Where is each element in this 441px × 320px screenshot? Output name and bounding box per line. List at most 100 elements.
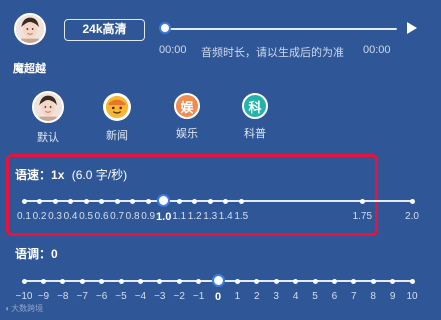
pitch-tick-dot[interactable] (99, 278, 105, 284)
speed-tick-labels: 0.1 0.2 0.3 0.4 0.5 0.6 0.7 0.8 0.9 1.0 1.1 1.2 1.3 1… (17, 211, 419, 225)
pitch-tick-dot[interactable] (370, 278, 376, 284)
pitch-tick-label[interactable]: −5 (115, 291, 126, 302)
pitch-tick-dot[interactable] (273, 278, 279, 284)
speed-tick-label[interactable]: 0.1 (17, 211, 31, 222)
speed-tick-dot[interactable] (52, 198, 58, 204)
entertainment-icon: 娱 (174, 93, 200, 119)
speed-tick-dot[interactable] (114, 198, 120, 204)
watermark-logo-icon: ◑ (4, 304, 9, 313)
pitch-tick-dot[interactable] (21, 278, 27, 284)
speed-label-text: 语速： (15, 168, 52, 182)
speed-tick-dot[interactable] (176, 198, 182, 204)
pitch-tick-label[interactable]: 10 (406, 291, 417, 302)
voice-label-default: 默认 (37, 132, 59, 144)
speed-value: 1x (51, 168, 65, 182)
speed-tick-dot[interactable] (68, 198, 74, 204)
speaker-avatar[interactable] (14, 13, 46, 45)
speed-tick-label[interactable]: 1.2 (188, 211, 202, 222)
speed-tick-label[interactable]: 2.0 (405, 211, 419, 222)
pitch-tick-label[interactable]: 4 (293, 291, 299, 302)
default-voice-avatar (32, 91, 64, 123)
pitch-tick-dot[interactable] (196, 278, 202, 284)
pitch-tick-label[interactable]: −8 (57, 291, 68, 302)
speed-tick-label[interactable]: 0.5 (79, 211, 93, 222)
pitch-tick-label[interactable]: 9 (390, 291, 396, 302)
speed-tick-dot[interactable] (145, 198, 151, 204)
pitch-tick-label[interactable]: 7 (351, 291, 357, 302)
speed-tick-label[interactable]: 1.0 (156, 211, 171, 223)
pitch-tick-dot[interactable] (137, 278, 143, 284)
speed-tick-label[interactable]: 1.5 (234, 211, 248, 222)
science-icon: 科 (242, 93, 268, 119)
pitch-tick-label[interactable]: 8 (370, 291, 376, 302)
voice-option-science[interactable]: 科 科普 (227, 93, 283, 141)
pitch-tick-dot[interactable] (176, 278, 182, 284)
pitch-slider[interactable] (21, 274, 415, 287)
audio-progress-knob[interactable] (159, 22, 171, 34)
pitch-tick-dot[interactable] (157, 278, 163, 284)
play-icon[interactable] (407, 22, 417, 34)
pitch-tick-dot[interactable] (390, 278, 396, 284)
speed-tick-dot[interactable] (207, 198, 213, 204)
pitch-tick-dot[interactable] (40, 278, 46, 284)
pitch-tick-dot[interactable] (331, 278, 337, 284)
speed-tick-dot[interactable] (130, 198, 136, 204)
voice-option-entertainment[interactable]: 娱 娱乐 (159, 93, 215, 141)
voice-option-news[interactable]: 新闻 (89, 93, 145, 143)
quality-badge[interactable]: 24k高清 (64, 19, 145, 41)
speed-slider[interactable] (21, 194, 415, 207)
pitch-tick-label[interactable]: −9 (38, 291, 49, 302)
speed-tick-dot[interactable] (99, 198, 105, 204)
speed-tick-label[interactable]: 0.8 (126, 211, 140, 222)
speed-tick-dot[interactable] (409, 198, 415, 204)
pitch-tick-label[interactable]: 5 (312, 291, 318, 302)
pitch-tick-label[interactable]: −2 (173, 291, 184, 302)
pitch-tick-label[interactable]: −7 (76, 291, 87, 302)
watermark: ◑ 大数跨境 (4, 303, 43, 314)
pitch-tick-dot[interactable] (293, 278, 299, 284)
voice-label-news: 新闻 (106, 130, 128, 142)
voice-label-science: 科普 (244, 128, 266, 140)
pitch-tick-label[interactable]: −3 (154, 291, 165, 302)
voice-option-default[interactable]: 默认 (20, 91, 76, 145)
pitch-tick-dot[interactable] (118, 278, 124, 284)
audio-progress-bar[interactable] (159, 22, 397, 34)
speed-tick-label[interactable]: 0.7 (110, 211, 124, 222)
pitch-value: 0 (51, 247, 58, 261)
pitch-tick-label[interactable]: 2 (254, 291, 260, 302)
pitch-tick-labels: −10 −9 −8 −7 −6 −5 −4 −3 −2 −1 0 1 2 3 4 5 6 7 8 9 10 (16, 291, 418, 305)
pitch-tick-dot[interactable] (409, 278, 415, 284)
pitch-tick-label[interactable]: −4 (135, 291, 146, 302)
speed-tick-label[interactable]: 0.6 (95, 211, 109, 222)
speed-tick-dot[interactable] (192, 198, 198, 204)
speed-tick-label[interactable]: 0.4 (64, 211, 78, 222)
audio-time-start: 00:00 (159, 44, 187, 56)
speed-tick-label[interactable]: 1.4 (219, 211, 233, 222)
speed-tick-label[interactable]: 1.75 (353, 211, 372, 222)
pitch-slider-knob[interactable] (211, 274, 225, 287)
speed-tick-dot[interactable] (21, 198, 27, 204)
pitch-tick-label[interactable]: 0 (215, 291, 221, 303)
pitch-tick-label[interactable]: 3 (273, 291, 279, 302)
pitch-tick-label[interactable]: −1 (193, 291, 204, 302)
speed-tick-label[interactable]: 1.3 (203, 211, 217, 222)
pitch-tick-dot[interactable] (234, 278, 240, 284)
speed-tick-dot[interactable] (359, 198, 365, 204)
pitch-tick-dot[interactable] (312, 278, 318, 284)
speed-tick-dot[interactable] (223, 198, 229, 204)
pitch-tick-label[interactable]: −10 (16, 291, 33, 302)
speed-tick-dot[interactable] (238, 198, 244, 204)
speed-tick-label[interactable]: 0.9 (141, 211, 155, 222)
speed-tick-dot[interactable] (37, 198, 43, 204)
speed-tick-label[interactable]: 0.3 (48, 211, 62, 222)
speed-tick-label[interactable]: 0.2 (33, 211, 47, 222)
pitch-tick-dot[interactable] (79, 278, 85, 284)
pitch-tick-label[interactable]: −6 (96, 291, 107, 302)
pitch-tick-label[interactable]: 6 (332, 291, 338, 302)
pitch-tick-label[interactable]: 1 (235, 291, 241, 302)
pitch-tick-dot[interactable] (351, 278, 357, 284)
speed-tick-dot[interactable] (83, 198, 89, 204)
pitch-tick-dot[interactable] (60, 278, 66, 284)
speed-tick-label[interactable]: 1.1 (172, 211, 186, 222)
pitch-tick-dot[interactable] (254, 278, 260, 284)
